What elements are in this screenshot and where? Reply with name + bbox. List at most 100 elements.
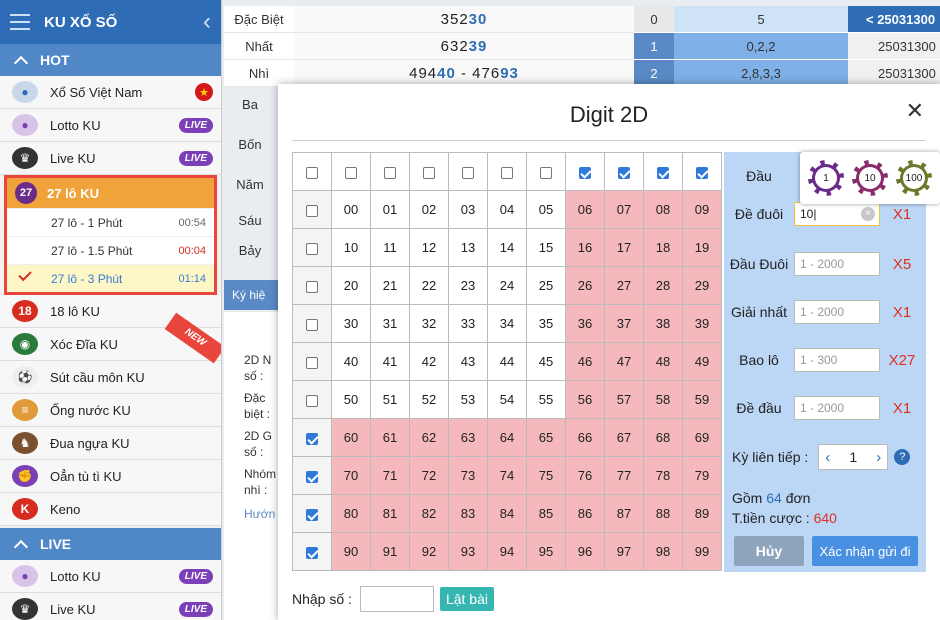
number-cell[interactable]: 52 (409, 380, 449, 419)
number-cell[interactable]: 09 (682, 190, 722, 229)
row-checkbox[interactable] (306, 242, 318, 255)
number-cell[interactable]: 17 (604, 228, 644, 267)
number-cell[interactable]: 78 (643, 456, 683, 495)
number-cell[interactable]: 92 (409, 532, 449, 571)
number-cell[interactable]: 60 (331, 418, 371, 457)
number-cell[interactable]: 05 (526, 190, 566, 229)
number-cell[interactable]: 43 (448, 342, 488, 381)
number-cell[interactable]: 69 (682, 418, 722, 457)
number-cell[interactable]: 99 (682, 532, 722, 571)
bao-lo-input[interactable]: 1 - 300 (794, 348, 880, 372)
number-cell[interactable]: 75 (526, 456, 566, 495)
number-cell[interactable]: 86 (565, 494, 605, 533)
row-checkbox[interactable] (306, 394, 318, 407)
number-cell[interactable]: 56 (565, 380, 605, 419)
number-cell[interactable]: 62 (409, 418, 449, 457)
number-cell[interactable]: 95 (526, 532, 566, 571)
number-cell[interactable]: 68 (643, 418, 683, 457)
number-cell[interactable]: 93 (448, 532, 488, 571)
number-cell[interactable]: 01 (370, 190, 410, 229)
number-cell[interactable]: 36 (565, 304, 605, 343)
number-cell[interactable]: 10 (331, 228, 371, 267)
cancel-button[interactable]: Hủy (734, 536, 804, 566)
number-cell[interactable]: 21 (370, 266, 410, 305)
period-selector[interactable]: < 25031300 (848, 6, 940, 32)
number-cell[interactable]: 42 (409, 342, 449, 381)
row-checkbox[interactable] (306, 432, 318, 445)
sub-item-27lo-15[interactable]: 27 lô - 1.5 Phút 00:04 (7, 236, 214, 264)
section-live[interactable]: LIVE (0, 528, 221, 560)
column-checkbox[interactable] (540, 166, 552, 179)
number-cell[interactable]: 37 (604, 304, 644, 343)
number-cell[interactable]: 23 (448, 266, 488, 305)
number-cell[interactable]: 58 (643, 380, 683, 419)
number-cell[interactable]: 70 (331, 456, 371, 495)
number-cell[interactable]: 96 (565, 532, 605, 571)
column-checkbox[interactable] (384, 166, 396, 179)
close-icon[interactable]: ✕ (906, 100, 924, 122)
number-cell[interactable]: 25 (526, 266, 566, 305)
number-cell[interactable]: 97 (604, 532, 644, 571)
number-cell[interactable]: 45 (526, 342, 566, 381)
number-cell[interactable]: 65 (526, 418, 566, 457)
number-cell[interactable]: 35 (526, 304, 566, 343)
number-cell[interactable]: 57 (604, 380, 644, 419)
number-cell[interactable]: 53 (448, 380, 488, 419)
number-cell[interactable]: 34 (487, 304, 527, 343)
number-cell[interactable]: 91 (370, 532, 410, 571)
number-cell[interactable]: 54 (487, 380, 527, 419)
number-cell[interactable]: 08 (643, 190, 683, 229)
column-checkbox[interactable] (462, 166, 474, 179)
number-cell[interactable]: 28 (643, 266, 683, 305)
row-checkbox[interactable] (306, 318, 318, 331)
ky-stepper[interactable]: ‹ 1 › (818, 444, 889, 470)
dau-duoi-input[interactable]: 1 - 2000 (794, 252, 880, 276)
chip-10[interactable]: 10 (852, 160, 888, 196)
number-cell[interactable]: 59 (682, 380, 722, 419)
column-checkbox[interactable] (423, 166, 435, 179)
column-checkbox[interactable] (345, 166, 357, 179)
number-cell[interactable]: 32 (409, 304, 449, 343)
sidebar-item-dua-ngua[interactable]: ♞ Đua ngựa KU (0, 427, 221, 460)
number-cell[interactable]: 66 (565, 418, 605, 457)
number-cell[interactable]: 64 (487, 418, 527, 457)
sub-item-27lo-1[interactable]: 27 lô - 1 Phút 00:54 (7, 208, 214, 236)
sub-item-27lo-3[interactable]: 27 lô - 3 Phút 01:14 (7, 264, 214, 292)
giai-nhat-input[interactable]: 1 - 2000 (794, 300, 880, 324)
column-checkbox[interactable] (501, 166, 513, 179)
clear-icon[interactable]: × (861, 207, 875, 221)
sidebar-item-lotto-ku[interactable]: ● Lotto KU LIVE (0, 109, 221, 142)
number-cell[interactable]: 30 (331, 304, 371, 343)
number-input[interactable] (359, 586, 434, 612)
number-cell[interactable]: 81 (370, 494, 410, 533)
number-cell[interactable]: 79 (682, 456, 722, 495)
number-cell[interactable]: 00 (331, 190, 371, 229)
number-cell[interactable]: 74 (487, 456, 527, 495)
number-cell[interactable]: 16 (565, 228, 605, 267)
number-cell[interactable]: 87 (604, 494, 644, 533)
number-cell[interactable]: 47 (604, 342, 644, 381)
number-cell[interactable]: 82 (409, 494, 449, 533)
sidebar-item-xoso-vietnam[interactable]: ● Xổ Số Việt Nam ★ (0, 76, 221, 109)
chip-1[interactable]: 1 (808, 160, 844, 196)
number-cell[interactable]: 71 (370, 456, 410, 495)
chip-100[interactable]: 100 (896, 160, 932, 196)
column-checkbox[interactable] (696, 166, 708, 179)
column-checkbox[interactable] (579, 166, 591, 179)
number-cell[interactable]: 84 (487, 494, 527, 533)
number-cell[interactable]: 22 (409, 266, 449, 305)
number-cell[interactable]: 20 (331, 266, 371, 305)
number-cell[interactable]: 04 (487, 190, 527, 229)
row-checkbox[interactable] (306, 546, 318, 559)
sidebar-item-live-ku[interactable]: ♛ Live KU LIVE (0, 142, 221, 175)
number-cell[interactable]: 19 (682, 228, 722, 267)
number-cell[interactable]: 77 (604, 456, 644, 495)
de-dau-input[interactable]: 1 - 2000 (794, 396, 880, 420)
number-cell[interactable]: 12 (409, 228, 449, 267)
number-cell[interactable]: 88 (643, 494, 683, 533)
number-cell[interactable]: 46 (565, 342, 605, 381)
column-checkbox[interactable] (618, 166, 630, 179)
number-cell[interactable]: 14 (487, 228, 527, 267)
help-icon[interactable]: ? (894, 449, 911, 465)
row-checkbox[interactable] (306, 508, 318, 521)
